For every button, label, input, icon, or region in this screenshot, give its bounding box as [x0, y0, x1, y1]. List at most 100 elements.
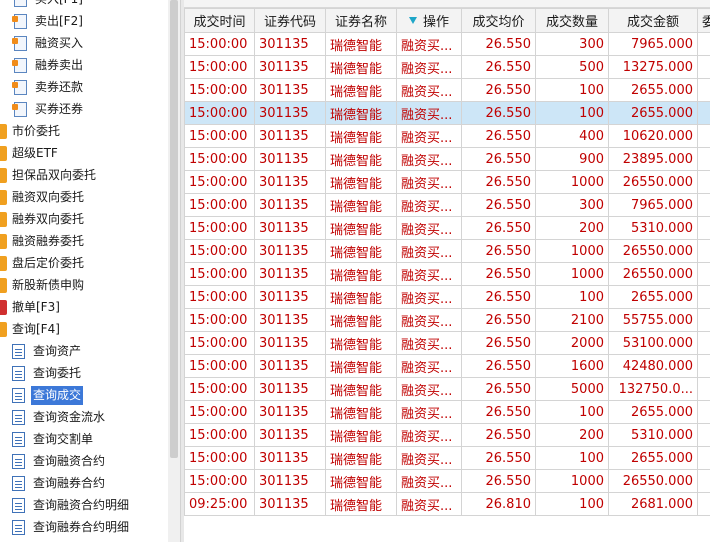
amount-cell: 10620.000 — [608, 124, 698, 148]
table-row[interactable]: 15:00:00 301135 瑞德智能 融资买... 26.550 400 10620.0… — [184, 124, 710, 148]
table-row[interactable]: 15:00:00 301135 瑞德智能 融资买... 26.550 100 2655.00… — [184, 400, 710, 424]
column-header-quantity[interactable]: 成交数量 — [535, 8, 609, 33]
table-row[interactable]: 15:00:00 301135 瑞德智能 融资买... 26.550 300 7965.00… — [184, 193, 710, 217]
folder-icon — [0, 211, 7, 227]
nav-item[interactable]: 卖出[F2] — [12, 10, 85, 32]
nav-item-label: 查询成交 — [31, 385, 84, 405]
security-code-cell: 301135 — [254, 32, 326, 56]
column-header-truncated[interactable]: 委 — [697, 8, 710, 33]
avg-price-cell: 26.550 — [461, 354, 536, 378]
column-header-security-code[interactable]: 证券代码 — [254, 8, 326, 33]
column-header-avg-price[interactable]: 成交均价 — [461, 8, 536, 33]
nav-item-label: 融券双向委托 — [12, 211, 85, 226]
nav-item[interactable]: 融资双向委托 — [0, 186, 86, 208]
quantity-cell: 200 — [535, 423, 609, 447]
folder-icon — [0, 167, 7, 183]
document-icon — [12, 387, 25, 403]
nav-item[interactable]: 卖券还款 — [12, 76, 85, 98]
avg-price-cell: 26.550 — [461, 239, 536, 263]
nav-item[interactable]: 查询委托 — [12, 362, 83, 384]
nav-item[interactable]: 查询融资合约明细 — [12, 494, 131, 516]
table-row[interactable]: 15:00:00 301135 瑞德智能 融资买... 26.550 200 5310.00… — [184, 423, 710, 447]
column-header-operation[interactable]: 操作 — [396, 8, 462, 33]
cancel-icon — [0, 299, 7, 315]
avg-price-cell: 26.550 — [461, 78, 536, 102]
table-row[interactable]: 15:00:00 301135 瑞德智能 融资买... 26.550 1600 42480.… — [184, 354, 710, 378]
trade-time-cell: 15:00:00 — [184, 193, 255, 217]
nav-item[interactable]: 担保品双向委托 — [0, 164, 98, 186]
table-row[interactable]: 15:00:00 301135 瑞德智能 融资买... 26.550 1000 26550.… — [184, 239, 710, 263]
column-header-amount[interactable]: 成交金额 — [608, 8, 698, 33]
security-name-cell: 瑞德智能 — [325, 400, 397, 424]
column-header-trade-time[interactable]: 成交时间 — [184, 8, 255, 33]
table-row[interactable]: 15:00:00 301135 瑞德智能 融资买... 26.550 5000 132750… — [184, 377, 710, 401]
nav-item[interactable]: 买入[F1] — [14, 0, 85, 10]
table-row[interactable]: 15:00:00 301135 瑞德智能 融资买... 26.550 2100 55755.… — [184, 308, 710, 332]
nav-item[interactable]: 融券卖出 — [12, 54, 85, 76]
table-row[interactable]: 15:00:00 301135 瑞德智能 融资买... 26.550 2000 53100.… — [184, 331, 710, 355]
truncated-cell — [697, 32, 710, 56]
quantity-cell: 100 — [535, 101, 609, 125]
column-header-security-name[interactable]: 证券名称 — [325, 8, 397, 33]
nav-item[interactable]: 查询成交 — [12, 384, 84, 406]
table-row[interactable]: 15:00:00 301135 瑞德智能 融资买... 26.550 100 2655.00… — [184, 446, 710, 470]
table-row[interactable]: 15:00:00 301135 瑞德智能 融资买... 26.550 500 13275.0… — [184, 55, 710, 79]
security-code-cell: 301135 — [254, 262, 326, 286]
nav-item-label: 融资融券委托 — [12, 233, 85, 248]
nav-item[interactable]: 查询[F4] — [0, 318, 62, 340]
nav-item[interactable]: 查询融券合约 — [12, 472, 107, 494]
nav-item[interactable]: 融券双向委托 — [0, 208, 86, 230]
nav-item[interactable]: 盘后定价委托 — [0, 252, 86, 274]
nav-item[interactable]: 市价委托 — [0, 120, 62, 142]
table-row[interactable]: 15:00:00 301135 瑞德智能 融资买... 26.550 100 2655.00… — [184, 78, 710, 102]
nav-item[interactable]: 查询融券合约明细 — [12, 516, 131, 538]
avg-price-cell: 26.550 — [461, 32, 536, 56]
table-row[interactable]: 15:00:00 301135 瑞德智能 融资买... 26.550 100 2655.00… — [184, 101, 710, 125]
table-row[interactable]: 15:00:00 301135 瑞德智能 融资买... 26.550 900 23895.0… — [184, 147, 710, 171]
document-icon — [12, 431, 25, 447]
table-row[interactable]: 15:00:00 301135 瑞德智能 融资买... 26.550 300 7965.00… — [184, 32, 710, 56]
nav-item[interactable]: 查询资产 — [12, 340, 83, 362]
operation-cell: 融资买... — [396, 446, 462, 470]
security-name-cell: 瑞德智能 — [325, 32, 397, 56]
nav-item-label: 查询[F4] — [12, 321, 60, 336]
security-code-cell: 301135 — [254, 101, 326, 125]
nav-item[interactable]: 超级ETF — [0, 142, 60, 164]
truncated-cell — [697, 492, 710, 516]
nav-item[interactable]: 查询资金流水 — [12, 406, 107, 428]
nav-item[interactable]: 融资买入 — [12, 32, 85, 54]
trade-time-cell: 15:00:00 — [184, 78, 255, 102]
quantity-cell: 300 — [535, 193, 609, 217]
table-row[interactable]: 09:25:00 301135 瑞德智能 融资买... 26.810 100 2681.00… — [184, 492, 710, 516]
table-header-row: 成交时间 证券代码 证券名称 操作 成交均价 成交数量 成交金额 委 — [184, 8, 710, 33]
table-row[interactable]: 15:00:00 301135 瑞德智能 融资买... 26.550 200 5310.00… — [184, 216, 710, 240]
nav-item[interactable]: 查询交割单 — [12, 428, 95, 450]
nav-scrollbar[interactable] — [168, 0, 180, 542]
avg-price-cell: 26.810 — [461, 492, 536, 516]
nav-item[interactable]: 撤单[F3] — [0, 296, 62, 318]
amount-cell: 23895.000 — [608, 147, 698, 171]
quantity-cell: 2000 — [535, 331, 609, 355]
nav-scrollbar-thumb[interactable] — [170, 0, 178, 458]
amount-cell: 2655.000 — [608, 446, 698, 470]
truncated-cell — [697, 285, 710, 309]
trade-time-cell: 15:00:00 — [184, 124, 255, 148]
table-row[interactable]: 15:00:00 301135 瑞德智能 融资买... 26.550 1000 26550.… — [184, 262, 710, 286]
amount-cell: 2655.000 — [608, 285, 698, 309]
security-name-cell: 瑞德智能 — [325, 423, 397, 447]
nav-item[interactable]: 买券还券 — [12, 98, 85, 120]
order-icon — [12, 79, 27, 95]
nav-item[interactable]: 新股新债申购 — [0, 274, 86, 296]
nav-item[interactable]: 查询融资合约 — [12, 450, 107, 472]
quantity-cell: 100 — [535, 400, 609, 424]
avg-price-cell: 26.550 — [461, 124, 536, 148]
trade-time-cell: 15:00:00 — [184, 469, 255, 493]
quantity-cell: 900 — [535, 147, 609, 171]
nav-item-label: 查询融券合约明细 — [33, 519, 130, 534]
nav-item[interactable]: 融资融券委托 — [0, 230, 86, 252]
trade-time-cell: 15:00:00 — [184, 446, 255, 470]
table-row[interactable]: 15:00:00 301135 瑞德智能 融资买... 26.550 1000 26550.… — [184, 170, 710, 194]
table-row[interactable]: 15:00:00 301135 瑞德智能 融资买... 26.550 100 2655.00… — [184, 285, 710, 309]
table-row[interactable]: 15:00:00 301135 瑞德智能 融资买... 26.550 1000 26550.… — [184, 469, 710, 493]
nav-item-label: 担保品双向委托 — [12, 167, 97, 182]
